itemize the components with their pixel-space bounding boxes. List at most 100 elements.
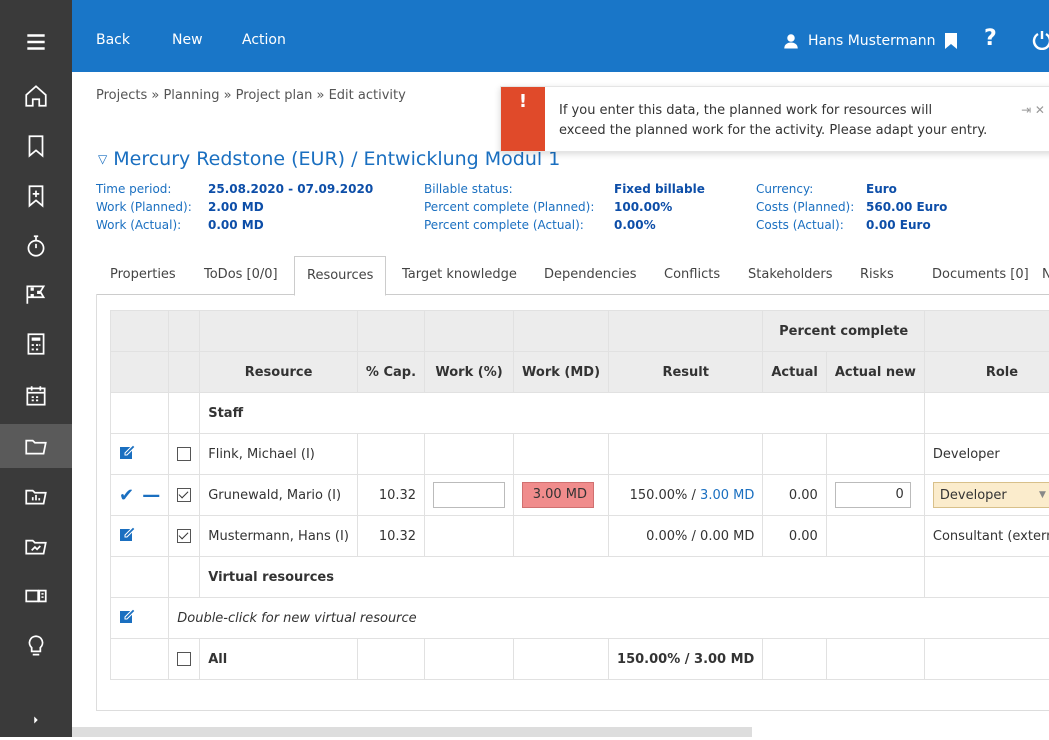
tab-todos[interactable]: ToDos [0/0] [204, 256, 278, 293]
row-checkbox[interactable] [177, 488, 191, 502]
column-header-cap[interactable]: % Cap. [357, 352, 424, 393]
lightbulb-icon[interactable] [0, 624, 72, 668]
table-cell [425, 475, 514, 516]
column-header-actual-new[interactable]: Actual new [826, 352, 924, 393]
horizontal-scrollbar[interactable] [72, 727, 752, 737]
bookmark-icon[interactable] [944, 32, 958, 50]
table-cell [514, 434, 609, 475]
actual-new-input[interactable]: 0 [835, 482, 911, 508]
alert-controls[interactable]: ⇥ ✕ [1021, 103, 1045, 117]
tab-documents[interactable]: Documents [0] [932, 256, 1029, 293]
header-cell [200, 311, 358, 352]
tab-risks[interactable]: Risks [860, 256, 894, 293]
header-cell [514, 311, 609, 352]
table-cell [826, 434, 924, 475]
table-cell [169, 516, 200, 557]
work-md-input[interactable]: 3.00 MD [522, 482, 594, 508]
role-cell: Developer [924, 434, 1049, 475]
bookmark-add-icon[interactable] [0, 174, 72, 218]
table-row[interactable]: Mustermann, Hans (I) 10.32 0.00% / 0.00 … [111, 516, 1049, 557]
column-header-actual[interactable]: Actual [763, 352, 826, 393]
folder-trend-icon[interactable] [0, 524, 72, 568]
chevron-down-icon: ▼ [1039, 490, 1046, 500]
home-icon[interactable] [0, 74, 72, 118]
work-pct-input[interactable] [433, 482, 505, 508]
tab-more[interactable]: N [1042, 256, 1049, 293]
time-period-value: 25.08.2020 - 07.09.2020 [208, 180, 373, 198]
calendar-icon[interactable] [0, 374, 72, 418]
new-button[interactable]: New [172, 32, 203, 48]
folder-icon[interactable] [0, 424, 72, 468]
calculator-icon[interactable] [0, 322, 72, 366]
table-row[interactable]: Flink, Michael (I) Developer [111, 434, 1049, 475]
tab-target-knowledge[interactable]: Target knowledge [402, 256, 517, 293]
tab-resources[interactable]: Resources [294, 256, 386, 296]
tab-bar: Properties ToDos [0/0] Resources Target … [96, 256, 1049, 295]
user-icon [782, 32, 800, 50]
power-icon[interactable] [1032, 30, 1049, 50]
pc-planned-value: 100.00% [614, 198, 672, 216]
column-header-work-pct[interactable]: Work (%) [425, 352, 514, 393]
select-all-checkbox[interactable] [177, 652, 191, 666]
checkered-flag-icon[interactable] [0, 272, 72, 316]
result-md-link[interactable]: 3.00 MD [700, 488, 754, 503]
edit-icon[interactable] [119, 608, 135, 624]
action-button[interactable]: Action [242, 32, 286, 48]
time-period-label: Time period: [96, 180, 208, 198]
table-cell [169, 557, 200, 598]
table-cell [514, 516, 609, 557]
row-checkbox[interactable] [177, 447, 191, 461]
column-header-result[interactable]: Result [609, 352, 763, 393]
group-row-staff: Staff [111, 393, 1049, 434]
table-cell [111, 598, 169, 639]
group-label-virtual: Virtual resources [200, 557, 925, 598]
sidebar [0, 0, 72, 737]
tab-properties[interactable]: Properties [110, 256, 176, 293]
column-header-work-md[interactable]: Work (MD) [514, 352, 609, 393]
user-menu[interactable]: Hans Mustermann [782, 32, 936, 50]
result-cell: 0.00% / 0.00 MD [609, 516, 763, 557]
folder-chart-icon[interactable] [0, 474, 72, 518]
table-cell [111, 557, 169, 598]
tab-dependencies[interactable]: Dependencies [544, 256, 637, 293]
resource-name: Grunewald, Mario (I) [200, 475, 358, 516]
user-name: Hans Mustermann [808, 33, 936, 49]
stopwatch-icon[interactable] [0, 224, 72, 268]
tab-conflicts[interactable]: Conflicts [664, 256, 720, 293]
bookmark-icon[interactable] [0, 124, 72, 168]
table-cell [425, 516, 514, 557]
help-icon[interactable]: ? [984, 26, 997, 51]
row-checkbox[interactable] [177, 529, 191, 543]
role-select[interactable]: Developer▼ [933, 482, 1049, 508]
costs-actual-value: 0.00 Euro [866, 216, 931, 234]
cancel-icon[interactable]: — [142, 485, 160, 506]
work-actual-label: Work (Actual): [96, 216, 208, 234]
edit-icon[interactable] [119, 444, 135, 460]
menu-icon[interactable] [0, 20, 72, 64]
confirm-icon[interactable]: ✔ [119, 485, 134, 506]
tab-stakeholders[interactable]: Stakeholders [748, 256, 833, 293]
edit-icon[interactable] [119, 526, 135, 542]
role-cell: Consultant (external) [924, 516, 1049, 557]
header-cell [111, 352, 169, 393]
collapse-icon[interactable]: ▽ [98, 152, 107, 166]
new-virtual-row[interactable]: Double-click for new virtual resource [111, 598, 1049, 639]
table-row-editing[interactable]: ✔ — Grunewald, Mario (I) 10.32 3.00 MD 1… [111, 475, 1049, 516]
resource-name: Flink, Michael (I) [200, 434, 358, 475]
page-title: ▽Mercury Redstone (EUR) / Entwicklung Mo… [98, 148, 560, 170]
actual-cell: 0.00 [763, 516, 826, 557]
column-header-role[interactable]: Role [924, 352, 1049, 393]
back-button[interactable]: Back [96, 32, 130, 48]
new-virtual-hint[interactable]: Double-click for new virtual resource [169, 598, 1049, 639]
breadcrumb[interactable]: Projects » Planning » Project plan » Edi… [96, 88, 406, 103]
billable-value: Fixed billable [614, 180, 705, 198]
resource-name: Mustermann, Hans (I) [200, 516, 358, 557]
pc-actual-value: 0.00% [614, 216, 656, 234]
table-cell: Developer▼ [924, 475, 1049, 516]
column-header-resource[interactable]: Resource [200, 352, 358, 393]
board-icon[interactable] [0, 574, 72, 618]
currency-value: Euro [866, 180, 897, 198]
expand-sidebar-icon[interactable] [0, 700, 72, 740]
result-cell [609, 434, 763, 475]
actual-cell [763, 434, 826, 475]
